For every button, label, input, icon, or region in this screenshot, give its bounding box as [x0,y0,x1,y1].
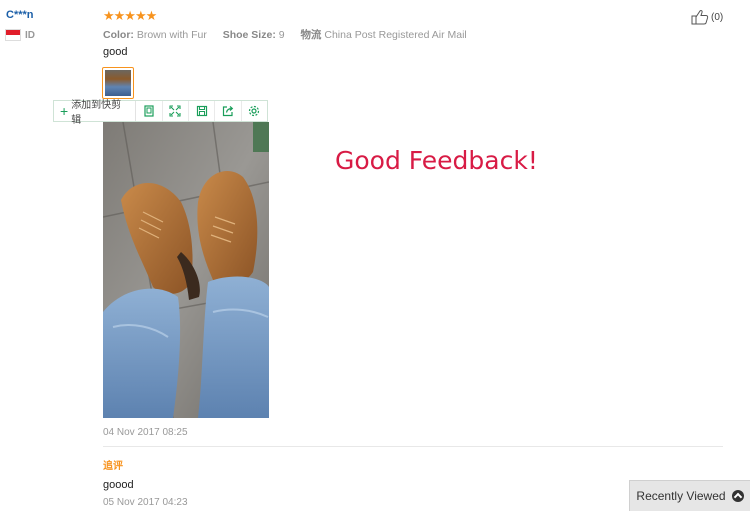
property-value: 9 [278,29,285,41]
thumbs-up-icon [691,10,709,25]
reviewer-name[interactable]: C***n [6,9,34,21]
followup-date: 05 Nov 2017 04:23 [103,497,188,508]
followup-label: 追评 [103,461,123,472]
recently-viewed-label: Recently Viewed [636,489,726,503]
share-icon[interactable] [215,101,242,121]
star-rating: ★★★★★ [103,8,157,23]
review-text: good [103,46,128,58]
add-to-clip-button[interactable]: + 添加到快剪辑 [54,100,137,126]
settings-icon[interactable] [242,101,267,121]
overlay-caption: Good Feedback! [335,146,538,175]
property-key: Color: [103,29,134,41]
review-date: 04 Nov 2017 08:25 [103,427,188,438]
country-flag-icon [5,29,21,41]
reviewer-country: ID [25,30,35,41]
review-photo-thumbnail[interactable] [102,67,134,99]
chevron-up-icon [731,490,744,502]
property-value: Brown with Fur [136,29,207,41]
property-key: 物流 [300,29,322,41]
property-value: China Post Registered Air Mail [324,29,467,41]
fullscreen-icon[interactable] [163,101,190,121]
divider [103,446,723,447]
plus-icon: + [60,103,69,119]
followup-text: goood [103,479,134,491]
helpful-button[interactable]: (0) [691,9,723,25]
recently-viewed-button[interactable]: Recently Viewed [629,480,750,511]
clip-toolbar: + 添加到快剪辑 [53,100,268,126]
save-icon[interactable] [189,101,216,121]
helpful-count: (0) [711,11,724,23]
screenshot-icon[interactable] [136,101,163,121]
review-photo[interactable] [103,122,269,418]
property-key: Shoe Size: [222,29,276,41]
order-properties: Color: Brown with Fur Shoe Size: 9 物流 Ch… [103,27,467,42]
